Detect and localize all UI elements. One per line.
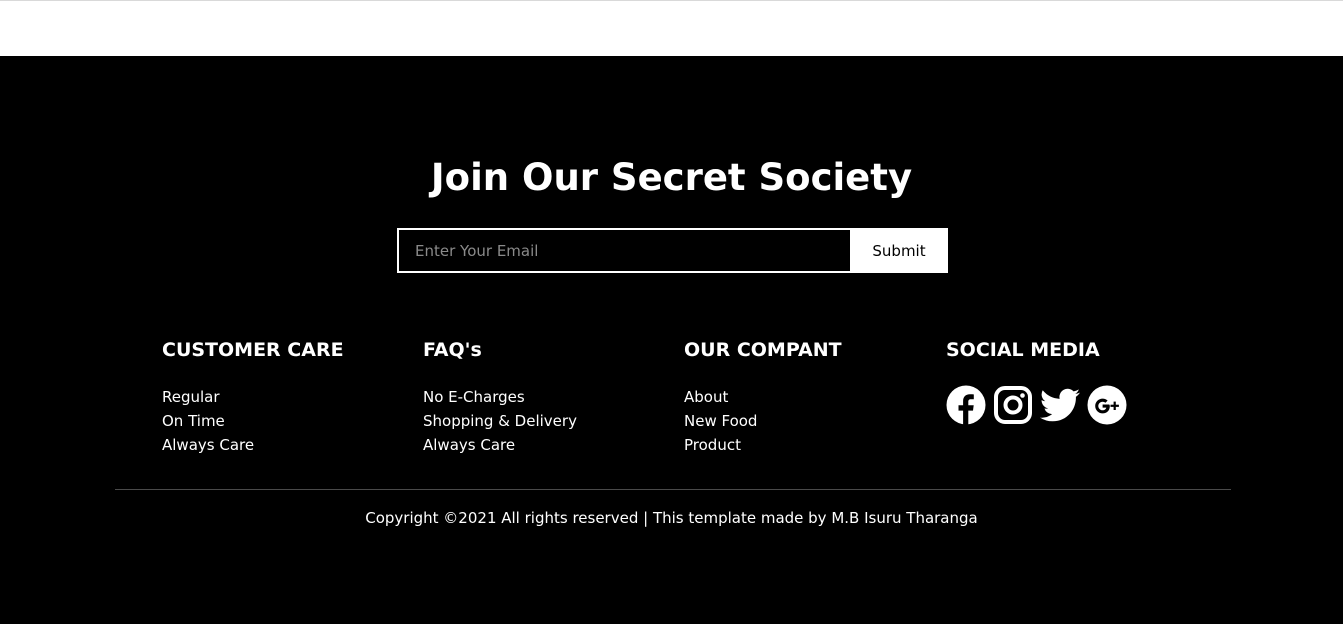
- footer-link-on-time[interactable]: On Time: [162, 412, 225, 430]
- twitter-icon[interactable]: [1040, 385, 1080, 425]
- list-item: Product: [684, 433, 924, 457]
- list-item: Always Care: [423, 433, 663, 457]
- footer-link-always-care[interactable]: Always Care: [162, 436, 254, 454]
- customer-care-column: CUSTOMER CARE Regular On Time Always Car…: [162, 338, 402, 457]
- instagram-icon[interactable]: [993, 385, 1033, 425]
- footer-link-no-e-charges[interactable]: No E-Charges: [423, 388, 525, 406]
- email-input[interactable]: [397, 228, 850, 273]
- column-title: OUR COMPANT: [684, 339, 842, 361]
- customer-care-links: Regular On Time Always Care: [162, 385, 402, 457]
- footer-link-new-food[interactable]: New Food: [684, 412, 757, 430]
- faq-column: FAQ's No E-Charges Shopping & Delivery A…: [423, 338, 663, 457]
- column-title: FAQ's: [423, 339, 482, 361]
- list-item: Shopping & Delivery: [423, 409, 663, 433]
- google-plus-icon[interactable]: [1087, 385, 1127, 425]
- top-strip: [0, 0, 1343, 56]
- footer-divider: [115, 489, 1231, 490]
- faq-links: No E-Charges Shopping & Delivery Always …: [423, 385, 663, 457]
- facebook-icon[interactable]: [946, 385, 986, 425]
- column-title: CUSTOMER CARE: [162, 339, 344, 361]
- footer: Join Our Secret Society Submit CUSTOMER …: [0, 56, 1343, 624]
- list-item: Regular: [162, 385, 402, 409]
- social-icons: [946, 385, 1186, 425]
- newsletter-form: Submit: [397, 228, 948, 273]
- list-item: On Time: [162, 409, 402, 433]
- footer-link-product[interactable]: Product: [684, 436, 741, 454]
- list-item: Always Care: [162, 433, 402, 457]
- submit-button[interactable]: Submit: [850, 228, 948, 273]
- footer-link-shopping-delivery[interactable]: Shopping & Delivery: [423, 412, 577, 430]
- newsletter-title: Join Our Secret Society: [430, 156, 913, 199]
- column-title: SOCIAL MEDIA: [946, 339, 1100, 361]
- footer-link-regular[interactable]: Regular: [162, 388, 220, 406]
- company-links: About New Food Product: [684, 385, 924, 457]
- list-item: No E-Charges: [423, 385, 663, 409]
- company-column: OUR COMPANT About New Food Product: [684, 338, 924, 457]
- copyright-text: Copyright ©2021 All rights reserved | Th…: [365, 509, 978, 527]
- list-item: New Food: [684, 409, 924, 433]
- social-column: SOCIAL MEDIA: [946, 338, 1186, 425]
- footer-link-always-care[interactable]: Always Care: [423, 436, 515, 454]
- list-item: About: [684, 385, 924, 409]
- footer-link-about[interactable]: About: [684, 388, 728, 406]
